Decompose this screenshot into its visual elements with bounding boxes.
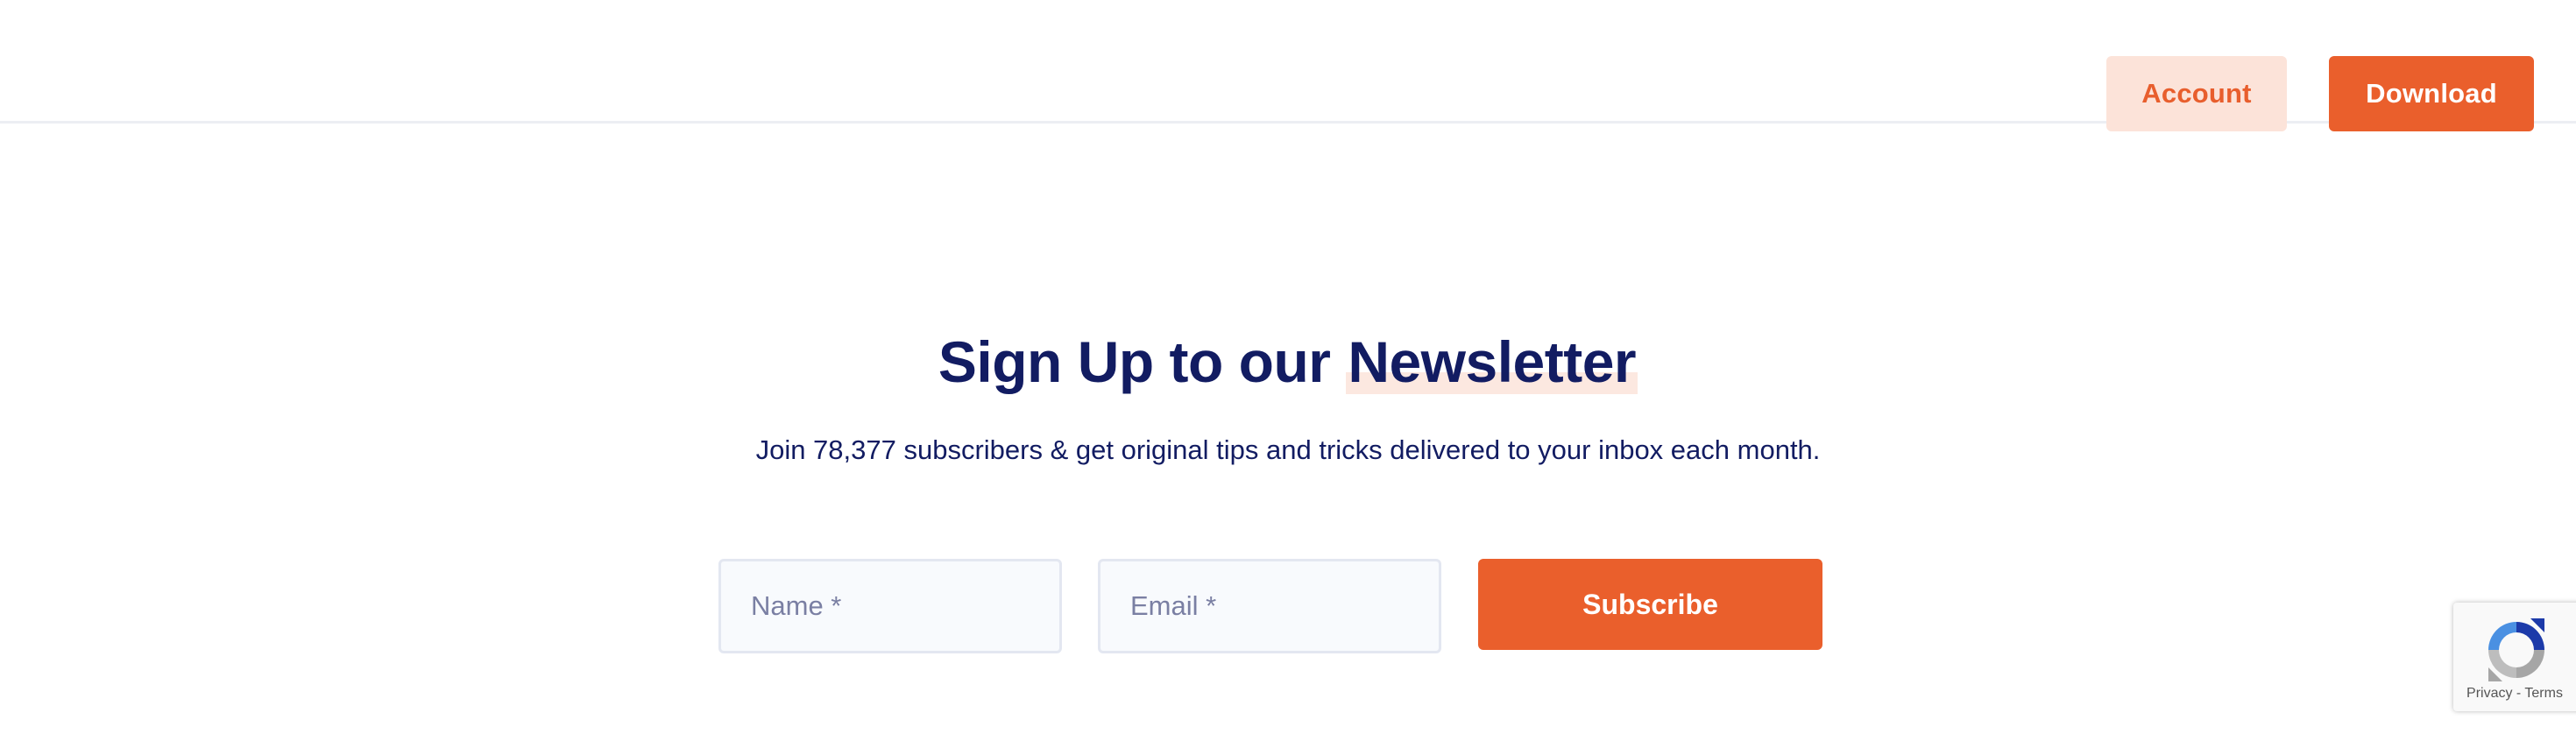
download-button[interactable]: Download (2329, 56, 2534, 131)
subscribe-button[interactable]: Subscribe (1478, 559, 1822, 650)
page: Account Download Sign Up to our Newslett… (0, 0, 2576, 734)
recaptcha-separator: - (2512, 686, 2525, 701)
recaptcha-links: Privacy - Terms (2453, 687, 2576, 701)
terms-link[interactable]: Terms (2524, 686, 2563, 701)
privacy-link[interactable]: Privacy (2466, 686, 2512, 701)
recaptcha-badge[interactable]: Privacy - Terms (2453, 603, 2576, 711)
newsletter-title-highlight: Newsletter (1346, 329, 1638, 394)
header: Account Download (0, 0, 2576, 131)
newsletter-subtitle: Join 78,377 subscribers & get original t… (755, 434, 1821, 465)
newsletter-title-text: Sign Up to our (938, 329, 1347, 394)
email-input[interactable] (1098, 559, 1441, 653)
newsletter-title: Sign Up to our Newsletter (0, 328, 2576, 397)
recaptcha-icon (2488, 618, 2544, 681)
account-button[interactable]: Account (2106, 56, 2287, 131)
name-input[interactable] (718, 559, 1062, 653)
